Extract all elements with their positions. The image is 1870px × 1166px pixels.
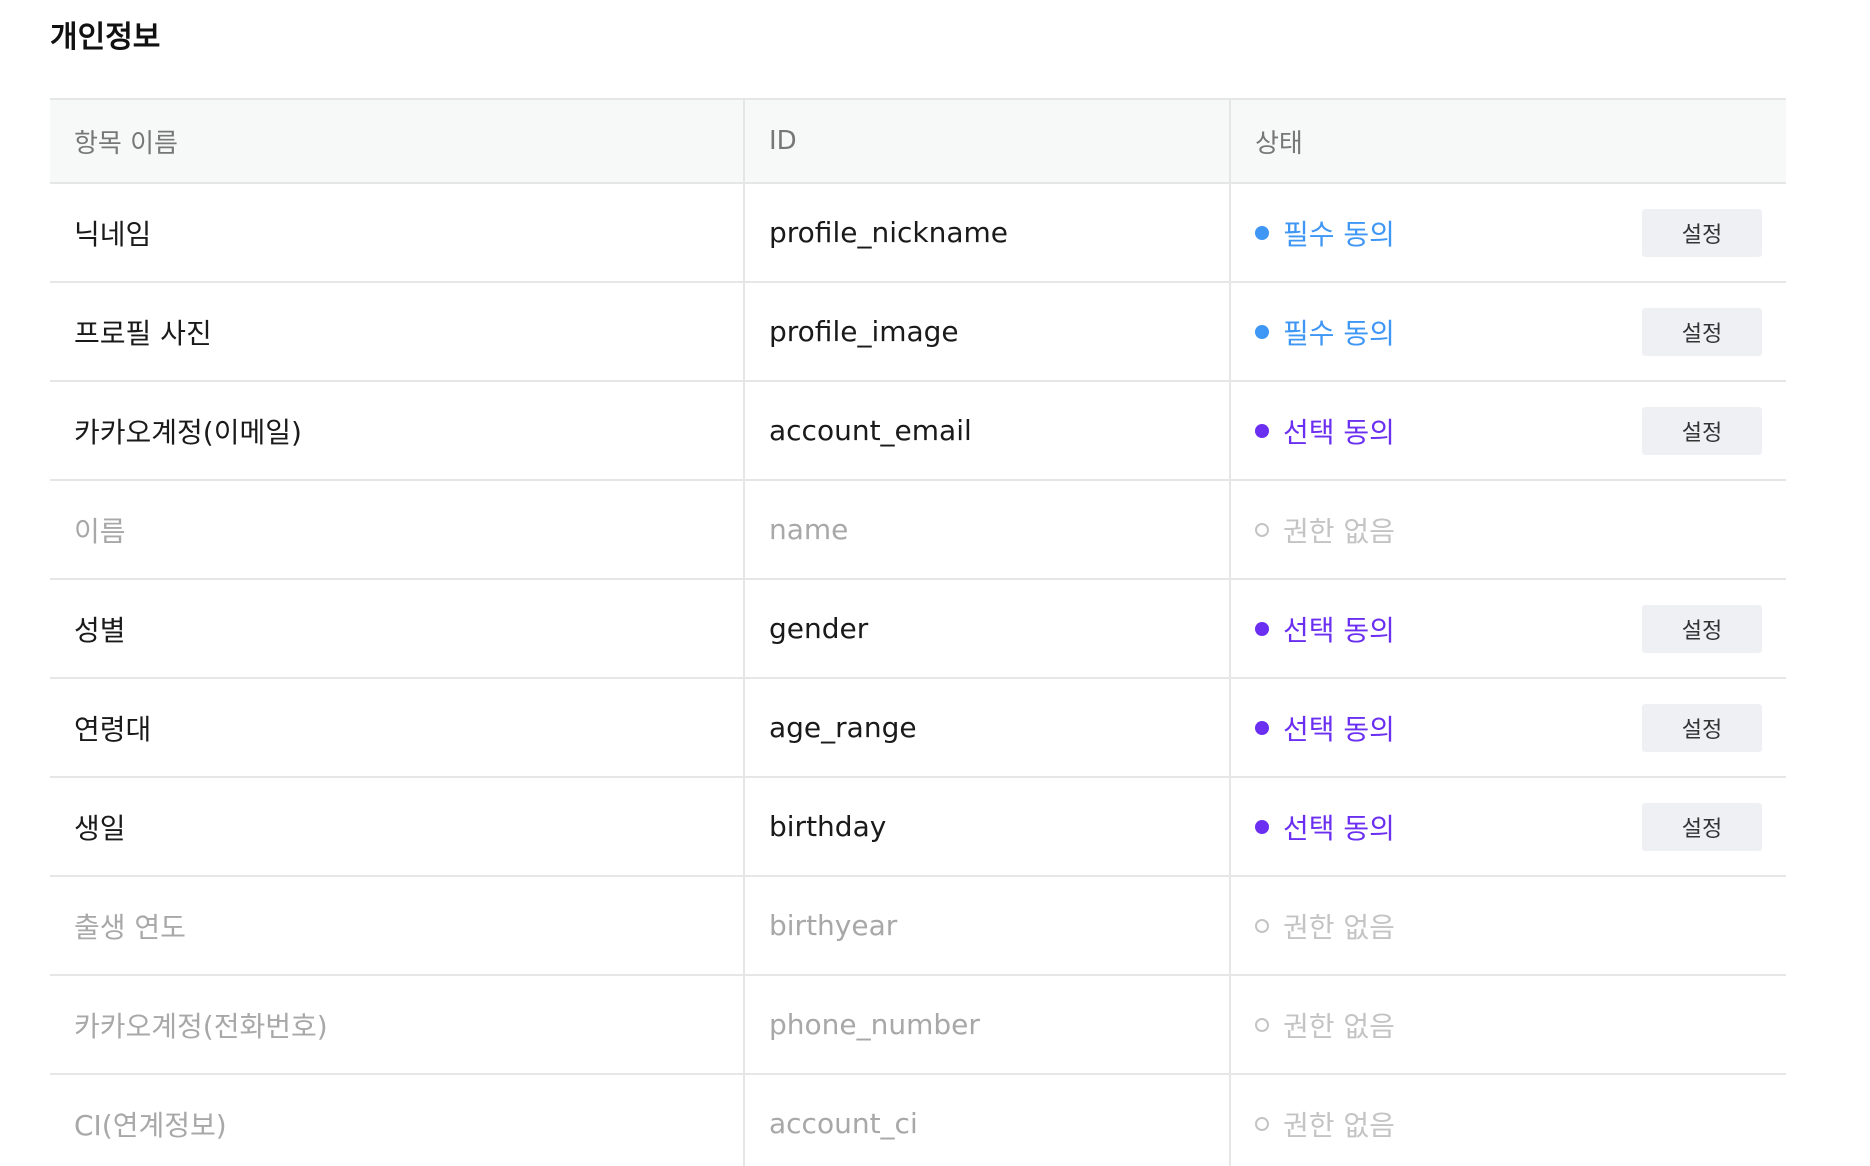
table-row-account-ci: CI(연계정보) account_ci 권한 없음	[50, 1074, 1786, 1166]
item-name: 출생 연도	[50, 876, 744, 976]
item-id: birthyear	[743, 876, 1230, 976]
table-row-profile-nickname: 닉네임 profile_nickname 필수 동의 설정	[50, 183, 1786, 283]
status-dot-icon	[1255, 720, 1269, 735]
status-text: 선택 동의	[1283, 415, 1395, 449]
item-name: 이름	[50, 480, 744, 580]
item-name: 카카오계정(이메일)	[50, 381, 744, 481]
status-badge: 선택 동의	[1255, 708, 1395, 748]
status-badge: 선택 동의	[1255, 609, 1395, 649]
settings-button-gender[interactable]: 설정	[1642, 604, 1762, 653]
item-name: 성별	[50, 579, 744, 679]
status-dot-icon	[1255, 225, 1269, 240]
status-badge: 권한 없음	[1255, 906, 1395, 946]
status-cell: 권한 없음	[1229, 1074, 1786, 1166]
column-header-id: ID	[743, 98, 1230, 184]
status-cell: 선택 동의 설정	[1229, 381, 1786, 481]
table-row-birthyear: 출생 연도 birthyear 권한 없음	[50, 876, 1786, 976]
table-row-gender: 성별 gender 선택 동의 설정	[50, 579, 1786, 679]
status-dot-icon	[1255, 918, 1269, 933]
status-text: 권한 없음	[1283, 910, 1395, 944]
page: 개인정보 항목 이름 ID 상태 닉네임 profile_nickname 필수…	[0, 0, 1870, 1166]
status-badge: 필수 동의	[1255, 213, 1395, 253]
status-dot-icon	[1255, 1116, 1269, 1131]
table-body: 닉네임 profile_nickname 필수 동의 설정 프로필 사진 pro…	[50, 183, 1786, 1166]
table-row-phone-number: 카카오계정(전화번호) phone_number 권한 없음	[50, 975, 1786, 1075]
status-text: 권한 없음	[1283, 1108, 1395, 1142]
item-name: 카카오계정(전화번호)	[50, 975, 744, 1075]
status-badge: 선택 동의	[1255, 411, 1395, 451]
table-row-profile-image: 프로필 사진 profile_image 필수 동의 설정	[50, 282, 1786, 382]
table-header: 항목 이름 ID 상태	[50, 98, 1786, 184]
status-cell: 필수 동의 설정	[1229, 282, 1786, 382]
status-dot-icon	[1255, 324, 1269, 339]
status-text: 필수 동의	[1283, 217, 1395, 251]
status-cell: 선택 동의 설정	[1229, 678, 1786, 778]
status-cell: 필수 동의 설정	[1229, 183, 1786, 283]
item-id: profile_nickname	[743, 183, 1230, 283]
item-id: profile_image	[743, 282, 1230, 382]
item-id: account_email	[743, 381, 1230, 481]
item-id: name	[743, 480, 1230, 580]
item-id: gender	[743, 579, 1230, 679]
item-id: phone_number	[743, 975, 1230, 1075]
table-row-birthday: 생일 birthday 선택 동의 설정	[50, 777, 1786, 877]
status-dot-icon	[1255, 423, 1269, 438]
settings-button-age-range[interactable]: 설정	[1642, 703, 1762, 752]
status-dot-icon	[1255, 621, 1269, 636]
status-cell: 선택 동의 설정	[1229, 579, 1786, 679]
table-row-account-email: 카카오계정(이메일) account_email 선택 동의 설정	[50, 381, 1786, 481]
status-badge: 권한 없음	[1255, 1104, 1395, 1144]
status-cell: 권한 없음	[1229, 480, 1786, 580]
status-text: 필수 동의	[1283, 316, 1395, 350]
permissions-table: 항목 이름 ID 상태 닉네임 profile_nickname 필수 동의 설…	[50, 98, 1786, 1166]
status-dot-icon	[1255, 1017, 1269, 1032]
status-cell: 권한 없음	[1229, 975, 1786, 1075]
status-text: 권한 없음	[1283, 514, 1395, 548]
status-cell: 권한 없음	[1229, 876, 1786, 976]
settings-button-birthday[interactable]: 설정	[1642, 802, 1762, 851]
status-badge: 필수 동의	[1255, 312, 1395, 352]
status-cell: 선택 동의 설정	[1229, 777, 1786, 877]
status-text: 선택 동의	[1283, 811, 1395, 845]
status-dot-icon	[1255, 522, 1269, 537]
status-badge: 선택 동의	[1255, 807, 1395, 847]
table-header-row: 항목 이름 ID 상태	[50, 98, 1786, 184]
item-name: 닉네임	[50, 183, 744, 283]
settings-button-profile-image[interactable]: 설정	[1642, 307, 1762, 356]
status-text: 선택 동의	[1283, 613, 1395, 647]
item-id: age_range	[743, 678, 1230, 778]
item-name: 연령대	[50, 678, 744, 778]
status-text: 선택 동의	[1283, 712, 1395, 746]
table-row-age-range: 연령대 age_range 선택 동의 설정	[50, 678, 1786, 778]
status-badge: 권한 없음	[1255, 1005, 1395, 1045]
section-title: 개인정보	[50, 20, 161, 55]
table-row-name: 이름 name 권한 없음	[50, 480, 1786, 580]
item-name: CI(연계정보)	[50, 1074, 744, 1166]
column-header-name: 항목 이름	[50, 98, 744, 184]
item-id: account_ci	[743, 1074, 1230, 1166]
settings-button-profile-nickname[interactable]: 설정	[1642, 208, 1762, 257]
status-badge: 권한 없음	[1255, 510, 1395, 550]
status-text: 권한 없음	[1283, 1009, 1395, 1043]
settings-button-account-email[interactable]: 설정	[1642, 406, 1762, 455]
item-name: 생일	[50, 777, 744, 877]
item-name: 프로필 사진	[50, 282, 744, 382]
status-dot-icon	[1255, 819, 1269, 834]
item-id: birthday	[743, 777, 1230, 877]
column-header-status: 상태	[1229, 98, 1786, 184]
